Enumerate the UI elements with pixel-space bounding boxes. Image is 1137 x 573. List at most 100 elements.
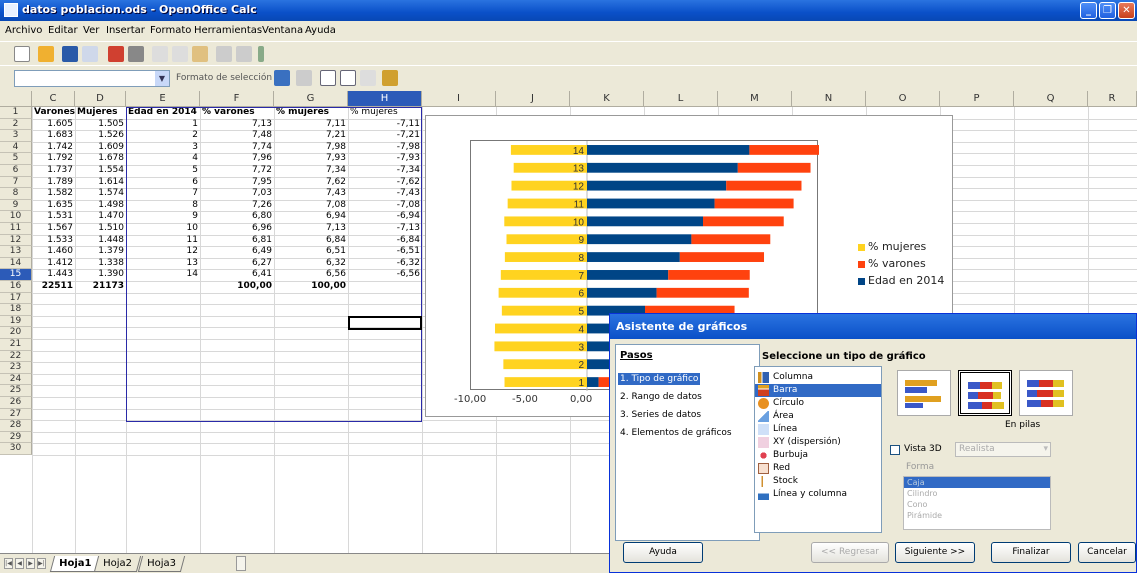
select-all-corner[interactable] bbox=[0, 91, 32, 107]
bar-varones[interactable] bbox=[714, 198, 794, 209]
table-cell[interactable]: 1.609 bbox=[75, 142, 126, 154]
bar-varones[interactable] bbox=[691, 234, 771, 245]
table-cell[interactable]: 1.443 bbox=[32, 269, 75, 281]
menu-editar[interactable]: Editar bbox=[48, 25, 78, 36]
column-header-g[interactable]: G bbox=[274, 91, 348, 107]
table-cell[interactable]: 1.498 bbox=[75, 200, 126, 212]
chart-type-line-column[interactable]: Línea y columna bbox=[755, 488, 881, 501]
table-cell[interactable]: 1.574 bbox=[75, 188, 126, 200]
bar-varones[interactable] bbox=[679, 252, 765, 262]
row-header[interactable]: 5 bbox=[0, 153, 32, 165]
chart-type-stock[interactable]: Stock bbox=[755, 475, 881, 488]
next-sheet-icon[interactable]: ▶ bbox=[26, 558, 35, 569]
bar-mujeres[interactable] bbox=[500, 270, 587, 280]
row-header[interactable]: 2 bbox=[0, 118, 32, 131]
shape-box[interactable]: Caja bbox=[904, 477, 1050, 488]
column-header-o[interactable]: O bbox=[866, 91, 940, 107]
print-icon[interactable] bbox=[128, 46, 144, 62]
bar-mujeres[interactable] bbox=[498, 287, 587, 298]
table-cell[interactable]: 1.470 bbox=[75, 211, 126, 223]
step-chart-type[interactable]: 1. Tipo de gráfico bbox=[618, 373, 701, 385]
row-header[interactable]: 1 bbox=[0, 107, 32, 119]
next-button[interactable]: Siguiente >> bbox=[895, 542, 975, 563]
finish-button[interactable]: Finalizar bbox=[991, 542, 1071, 563]
shape-list[interactable]: Caja Cilindro Cono Pirámide bbox=[903, 476, 1051, 530]
sheet-tab-hoja2[interactable]: Hoja2 bbox=[93, 556, 142, 572]
step-data-series[interactable]: 3. Series de datos bbox=[618, 409, 703, 421]
bar-mujeres[interactable] bbox=[506, 234, 587, 245]
row-header[interactable]: 14 bbox=[0, 257, 32, 270]
bar-varones[interactable] bbox=[749, 145, 824, 155]
table-cell[interactable]: 1.533 bbox=[32, 235, 75, 247]
bar-varones[interactable] bbox=[668, 270, 750, 280]
row-header[interactable]: 27 bbox=[0, 408, 32, 421]
toolbar-overflow-icon[interactable] bbox=[258, 46, 264, 62]
menu-insertar[interactable]: Insertar bbox=[106, 25, 145, 36]
bar-edad[interactable] bbox=[587, 198, 715, 209]
table-cell[interactable]: 1.531 bbox=[32, 211, 75, 223]
column-header-p[interactable]: P bbox=[940, 91, 1014, 107]
menu-ver[interactable]: Ver bbox=[83, 25, 99, 36]
bar-mujeres[interactable] bbox=[504, 252, 587, 262]
row-header[interactable]: 6 bbox=[0, 165, 32, 177]
menu-ayuda[interactable]: Ayuda bbox=[305, 25, 336, 36]
column-header-h[interactable]: H bbox=[348, 91, 422, 107]
bar-mujeres[interactable] bbox=[495, 323, 587, 334]
row-header[interactable]: 8 bbox=[0, 188, 32, 200]
row-header[interactable]: 19 bbox=[0, 315, 32, 328]
chart-type-net[interactable]: Red bbox=[755, 462, 881, 475]
chevron-down-icon[interactable]: ▼ bbox=[155, 71, 169, 86]
row-header[interactable]: 26 bbox=[0, 397, 32, 409]
new-document-icon[interactable] bbox=[14, 46, 30, 62]
chart-element-select[interactable]: ▼ bbox=[14, 70, 170, 87]
row-header[interactable]: 17 bbox=[0, 292, 32, 305]
menu-ventana[interactable]: Ventana bbox=[262, 25, 303, 36]
realistic-select[interactable]: Realista ▾ bbox=[955, 442, 1051, 457]
data-table-icon[interactable] bbox=[296, 70, 312, 86]
bar-varones[interactable] bbox=[656, 287, 749, 298]
minimize-button[interactable]: _ bbox=[1080, 2, 1097, 19]
email-icon[interactable] bbox=[82, 46, 98, 62]
table-cell[interactable]: 1.683 bbox=[32, 130, 75, 142]
prev-sheet-icon[interactable]: ◀ bbox=[15, 558, 24, 569]
format-selection-button[interactable]: Formato de selección bbox=[176, 73, 272, 83]
shape-cylinder[interactable]: Cilindro bbox=[904, 488, 1050, 499]
column-header-q[interactable]: Q bbox=[1014, 91, 1088, 107]
column-header-n[interactable]: N bbox=[792, 91, 866, 107]
variant-stacked[interactable] bbox=[958, 370, 1012, 416]
row-header[interactable]: 4 bbox=[0, 141, 32, 154]
row-header[interactable]: 24 bbox=[0, 373, 32, 386]
column-header-l[interactable]: L bbox=[644, 91, 718, 107]
row-header[interactable]: 15 bbox=[0, 269, 32, 281]
chart-type-bubble[interactable]: Burbuja bbox=[755, 449, 881, 462]
table-cell[interactable]: 1.742 bbox=[32, 142, 75, 154]
table-cell[interactable]: 22511 bbox=[32, 281, 75, 293]
bar-edad[interactable] bbox=[587, 180, 727, 191]
bar-edad[interactable] bbox=[587, 287, 657, 298]
row-header[interactable]: 22 bbox=[0, 350, 32, 363]
table-cell[interactable]: 1.390 bbox=[75, 269, 126, 281]
bar-edad[interactable] bbox=[587, 252, 680, 262]
row-header[interactable]: 10 bbox=[0, 211, 32, 223]
menu-herramientas[interactable]: Herramientas bbox=[194, 25, 262, 36]
column-header-j[interactable]: J bbox=[496, 91, 570, 107]
scale-text-icon[interactable] bbox=[360, 70, 376, 86]
row-header[interactable]: 18 bbox=[0, 304, 32, 316]
shape-cone[interactable]: Cono bbox=[904, 499, 1050, 510]
bar-mujeres[interactable] bbox=[503, 359, 587, 370]
help-button[interactable]: Ayuda bbox=[623, 542, 703, 563]
variant-normal[interactable] bbox=[897, 370, 951, 416]
table-cell[interactable]: 1.582 bbox=[32, 188, 75, 200]
table-cell[interactable]: 1.737 bbox=[32, 165, 75, 177]
redo-icon[interactable] bbox=[236, 46, 252, 62]
shape-pyramid[interactable]: Pirámide bbox=[904, 510, 1050, 521]
bar-edad[interactable] bbox=[587, 234, 692, 245]
sheet-tab-hoja1[interactable]: Hoja1 bbox=[49, 556, 101, 572]
row-header[interactable]: 9 bbox=[0, 199, 32, 212]
bar-edad[interactable] bbox=[587, 145, 750, 155]
row-header[interactable]: 12 bbox=[0, 234, 32, 247]
row-header[interactable]: 21 bbox=[0, 339, 32, 351]
bar-edad[interactable] bbox=[587, 359, 611, 370]
chart-type-column[interactable]: Columna bbox=[755, 371, 881, 384]
bar-varones[interactable] bbox=[726, 180, 802, 191]
